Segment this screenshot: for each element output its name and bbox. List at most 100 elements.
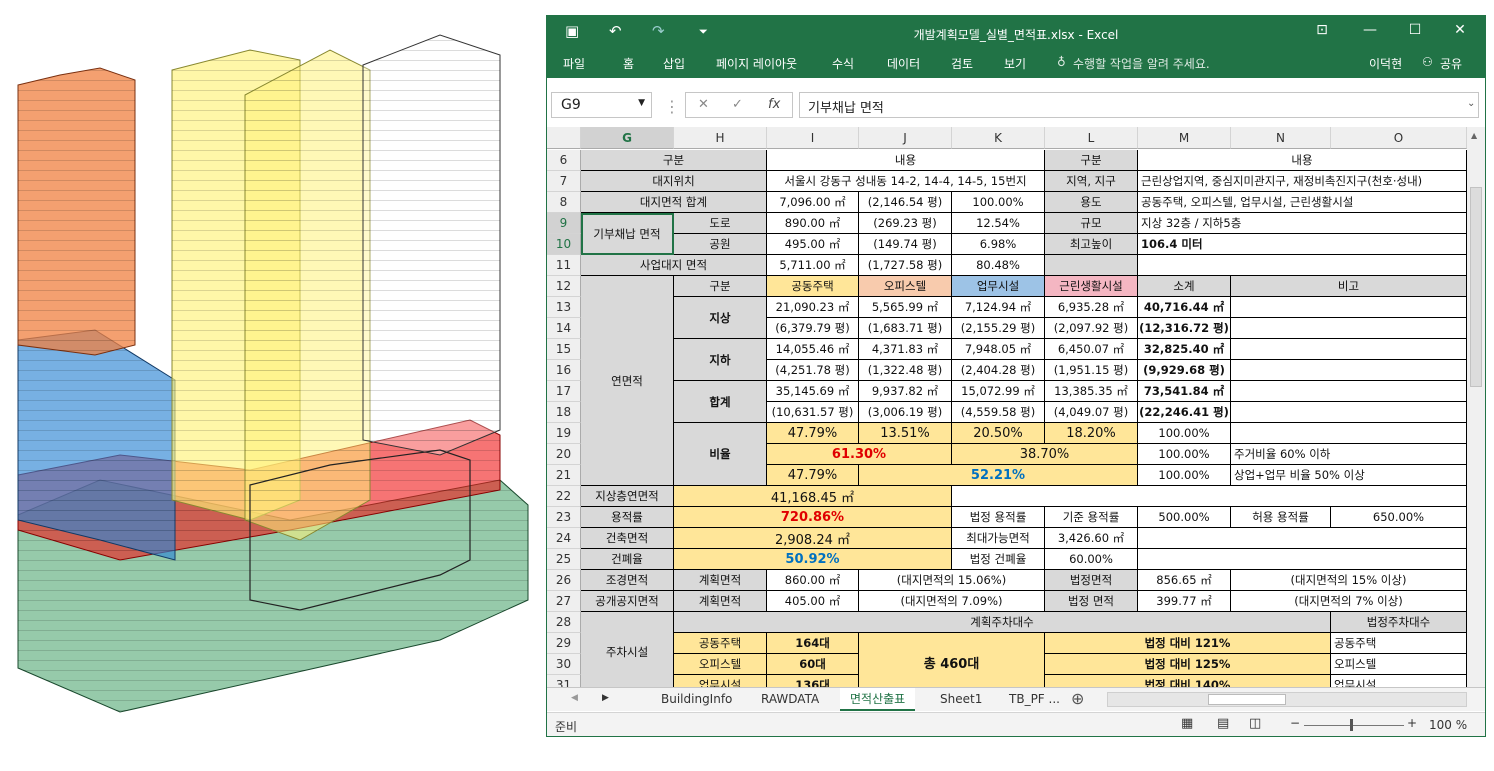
row-header[interactable]: 26 — [547, 570, 581, 591]
cell-j13[interactable]: 5,565.99 ㎡ — [859, 297, 952, 318]
tab-review[interactable]: 검토 — [951, 55, 973, 72]
sheet-tab-sheet1[interactable]: Sheet1 — [930, 688, 992, 711]
cell-h27[interactable]: 계획면적 — [674, 591, 767, 612]
row-header[interactable]: 10 — [547, 234, 581, 255]
sheet-tab-area-calc[interactable]: 면적산출표 — [840, 688, 916, 711]
cell-o29[interactable]: 공동주택 — [1331, 633, 1467, 654]
cell-h22[interactable]: 41,168.45 ㎡ — [674, 486, 952, 507]
row-header[interactable]: 22 — [547, 486, 581, 507]
cell-m11[interactable] — [1138, 255, 1467, 276]
cell-l6[interactable]: 구분 — [1045, 150, 1138, 171]
share-button[interactable]: 공유 — [1440, 55, 1462, 72]
cell-n26[interactable]: (대지면적의 15% 이상) — [1231, 570, 1467, 591]
cell-j10[interactable]: (149.74 평) — [859, 234, 952, 255]
cell-h13[interactable]: 지상 — [674, 297, 767, 339]
cell-j21[interactable]: 52.21% — [859, 465, 1138, 486]
sheet-tab-buildinginfo[interactable]: BuildingInfo — [651, 688, 742, 711]
cell-n15[interactable] — [1231, 339, 1467, 360]
cell-k17[interactable]: 15,072.99 ㎡ — [952, 381, 1045, 402]
cell-l29[interactable]: 법정 대비 121% — [1045, 633, 1331, 654]
add-sheet-icon[interactable]: ⊕ — [1071, 689, 1084, 708]
cell-i17[interactable]: 35,145.69 ㎡ — [767, 381, 859, 402]
row-header[interactable]: 15 — [547, 339, 581, 360]
cell-i7[interactable]: 서울시 강동구 성내동 14-2, 14-4, 14-5, 15번지 — [767, 171, 1045, 192]
cell-h23[interactable]: 720.86% — [674, 507, 952, 528]
row-header[interactable]: 13 — [547, 297, 581, 318]
cell-n13[interactable] — [1231, 297, 1467, 318]
cell-i12[interactable]: 공동주택 — [767, 276, 859, 297]
cell-g11[interactable]: 사업대지 면적 — [581, 255, 767, 276]
row-header[interactable]: 18 — [547, 402, 581, 423]
cell-i31[interactable]: 136대 — [767, 675, 859, 687]
cell-m23[interactable]: 500.00% — [1138, 507, 1231, 528]
cell-k24[interactable]: 최대가능면적 — [952, 528, 1045, 549]
cell-m14[interactable]: (12,316.72 평) — [1138, 318, 1231, 339]
cell-k25[interactable]: 법정 건폐율 — [952, 549, 1045, 570]
cell-n17[interactable] — [1231, 381, 1467, 402]
normal-view-icon[interactable]: ▦ — [1181, 716, 1193, 731]
page-break-icon[interactable]: ◫ — [1249, 716, 1261, 731]
cell-m13[interactable]: 40,716.44 ㎡ — [1138, 297, 1231, 318]
row-header[interactable]: 14 — [547, 318, 581, 339]
row-header[interactable]: 9 — [547, 213, 581, 234]
row-header[interactable]: 21 — [547, 465, 581, 486]
cell-j14[interactable]: (1,683.71 평) — [859, 318, 952, 339]
cell-i26[interactable]: 860.00 ㎡ — [767, 570, 859, 591]
row-header[interactable]: 27 — [547, 591, 581, 612]
cell-j19[interactable]: 13.51% — [859, 423, 952, 444]
cell-j17[interactable]: 9,937.82 ㎡ — [859, 381, 952, 402]
share-icon[interactable]: ⚇ — [1422, 55, 1433, 69]
prev-sheet-icon[interactable]: ◀ — [571, 693, 578, 703]
cell-l31[interactable]: 법정 대비 140% — [1045, 675, 1331, 687]
cell-k22[interactable] — [952, 486, 1467, 507]
cell-k11[interactable]: 80.48% — [952, 255, 1045, 276]
cell-g6[interactable]: 구분 — [581, 150, 767, 171]
cell-l7[interactable]: 지역, 지구 — [1045, 171, 1138, 192]
cell-m20[interactable]: 100.00% — [1138, 444, 1231, 465]
cell-m15[interactable]: 32,825.40 ㎡ — [1138, 339, 1231, 360]
cell-h9[interactable]: 도로 — [674, 213, 767, 234]
cell-l23[interactable]: 기준 용적률 — [1045, 507, 1138, 528]
cell-j9[interactable]: (269.23 평) — [859, 213, 952, 234]
cell-h31[interactable]: 업무시설 — [674, 675, 767, 687]
cell-n18[interactable] — [1231, 402, 1467, 423]
cell-m9[interactable]: 지상 32층 / 지하5층 — [1138, 213, 1467, 234]
tab-home[interactable]: 홈 — [623, 55, 634, 72]
cell-g23[interactable]: 용적률 — [581, 507, 674, 528]
zoom-level[interactable]: 100 % — [1429, 718, 1467, 732]
cell-k10[interactable]: 6.98% — [952, 234, 1045, 255]
cell-m6[interactable]: 내용 — [1138, 150, 1467, 171]
cell-l14[interactable]: (2,097.92 평) — [1045, 318, 1138, 339]
row-header[interactable]: 8 — [547, 192, 581, 213]
cell-m12[interactable]: 소계 — [1138, 276, 1231, 297]
row-header[interactable]: 17 — [547, 381, 581, 402]
cell-k15[interactable]: 7,948.05 ㎡ — [952, 339, 1045, 360]
cell-i16[interactable]: (4,251.78 평) — [767, 360, 859, 381]
column-header-k[interactable]: K — [952, 127, 1045, 149]
cell-l18[interactable]: (4,049.07 평) — [1045, 402, 1138, 423]
tab-insert[interactable]: 삽입 — [663, 55, 685, 72]
row-header[interactable]: 24 — [547, 528, 581, 549]
enter-icon[interactable]: ✓ — [732, 97, 743, 112]
minimize-icon[interactable]: — — [1350, 22, 1390, 38]
select-all[interactable] — [547, 127, 581, 149]
cell-m18[interactable]: (22,246.41 평) — [1138, 402, 1231, 423]
cell-j12[interactable]: 오피스텔 — [859, 276, 952, 297]
cell-g9-selected[interactable]: 기부채납 면적 — [581, 213, 674, 255]
cell-k20[interactable]: 38.70% — [952, 444, 1138, 465]
cell-m21[interactable]: 100.00% — [1138, 465, 1231, 486]
cell-m7[interactable]: 근린상업지역, 중심지미관지구, 재정비촉진지구(천호·성내) — [1138, 171, 1467, 192]
cell-o30[interactable]: 오피스텔 — [1331, 654, 1467, 675]
cell-i8[interactable]: 7,096.00 ㎡ — [767, 192, 859, 213]
name-box[interactable]: G9 ▼ — [551, 92, 652, 118]
row-header[interactable]: 20 — [547, 444, 581, 465]
cell-g27[interactable]: 공개공지면적 — [581, 591, 674, 612]
cell-g8[interactable]: 대지면적 합계 — [581, 192, 767, 213]
cell-i14[interactable]: (6,379.79 평) — [767, 318, 859, 339]
cell-n14[interactable] — [1231, 318, 1467, 339]
maximize-icon[interactable]: ☐ — [1395, 22, 1435, 38]
cell-h26[interactable]: 계획면적 — [674, 570, 767, 591]
row-header[interactable]: 31 — [547, 675, 581, 687]
cell-m27[interactable]: 399.77 ㎡ — [1138, 591, 1231, 612]
cell-i29[interactable]: 164대 — [767, 633, 859, 654]
